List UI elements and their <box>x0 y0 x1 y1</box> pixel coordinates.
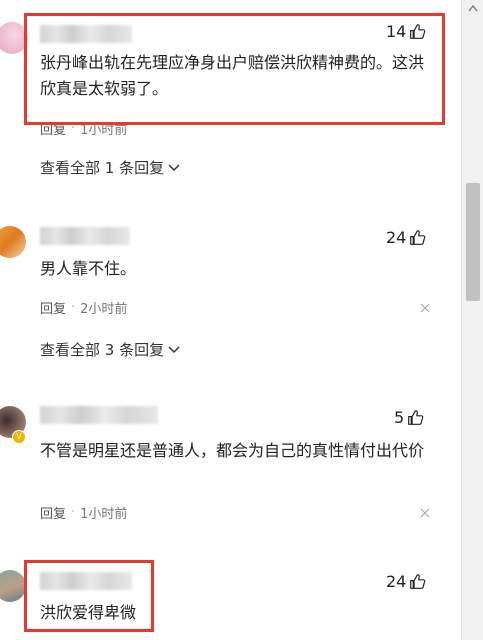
comment-text: 男人靠不住。 <box>40 259 137 278</box>
view-all-replies-label: 查看全部 3 条回复 <box>40 341 165 359</box>
scroll-up-arrow-icon[interactable] <box>468 4 478 12</box>
username-blurred[interactable] <box>40 227 130 245</box>
thumb-up-icon <box>408 410 424 425</box>
chevron-down-icon <box>168 163 180 171</box>
like-count[interactable]: 5 <box>394 408 424 427</box>
chevron-down-icon <box>168 345 180 353</box>
reply-button[interactable]: 回复 <box>40 503 66 522</box>
like-count-value: 24 <box>386 228 407 247</box>
close-icon[interactable] <box>420 303 430 313</box>
scroll-thumb[interactable] <box>466 183 480 301</box>
dot-separator: · <box>71 505 76 520</box>
like-count[interactable]: 24 <box>386 228 426 247</box>
scrollbar[interactable] <box>461 0 483 640</box>
username-blurred[interactable] <box>40 406 158 424</box>
view-all-replies-label: 查看全部 1 条回复 <box>40 159 165 177</box>
comment-meta: 回复 · 1小时前 <box>40 503 127 522</box>
avatar[interactable] <box>0 570 26 602</box>
comment-meta: 回复 · 2小时前 <box>40 298 127 317</box>
thumb-up-icon <box>410 230 426 245</box>
like-count[interactable]: 24 <box>386 572 426 591</box>
avatar[interactable] <box>0 226 26 258</box>
comment-time: 2小时前 <box>80 302 128 317</box>
highlight-box <box>24 560 154 632</box>
reply-button[interactable]: 回复 <box>40 298 66 317</box>
vip-badge: V <box>12 430 26 444</box>
view-all-replies[interactable]: 查看全部 3 条回复 <box>40 339 180 360</box>
comment-text: 不管是明星还是普通人，都会为自己的真性情付出代价 <box>40 441 425 460</box>
like-count-value: 24 <box>386 572 407 591</box>
highlight-box <box>24 13 445 125</box>
thumb-up-icon <box>410 574 426 589</box>
dot-separator: · <box>71 300 76 315</box>
comment-time: 1小时前 <box>80 507 128 522</box>
like-count-value: 5 <box>394 408 405 427</box>
view-all-replies[interactable]: 查看全部 1 条回复 <box>40 157 180 178</box>
close-icon[interactable] <box>420 508 430 518</box>
